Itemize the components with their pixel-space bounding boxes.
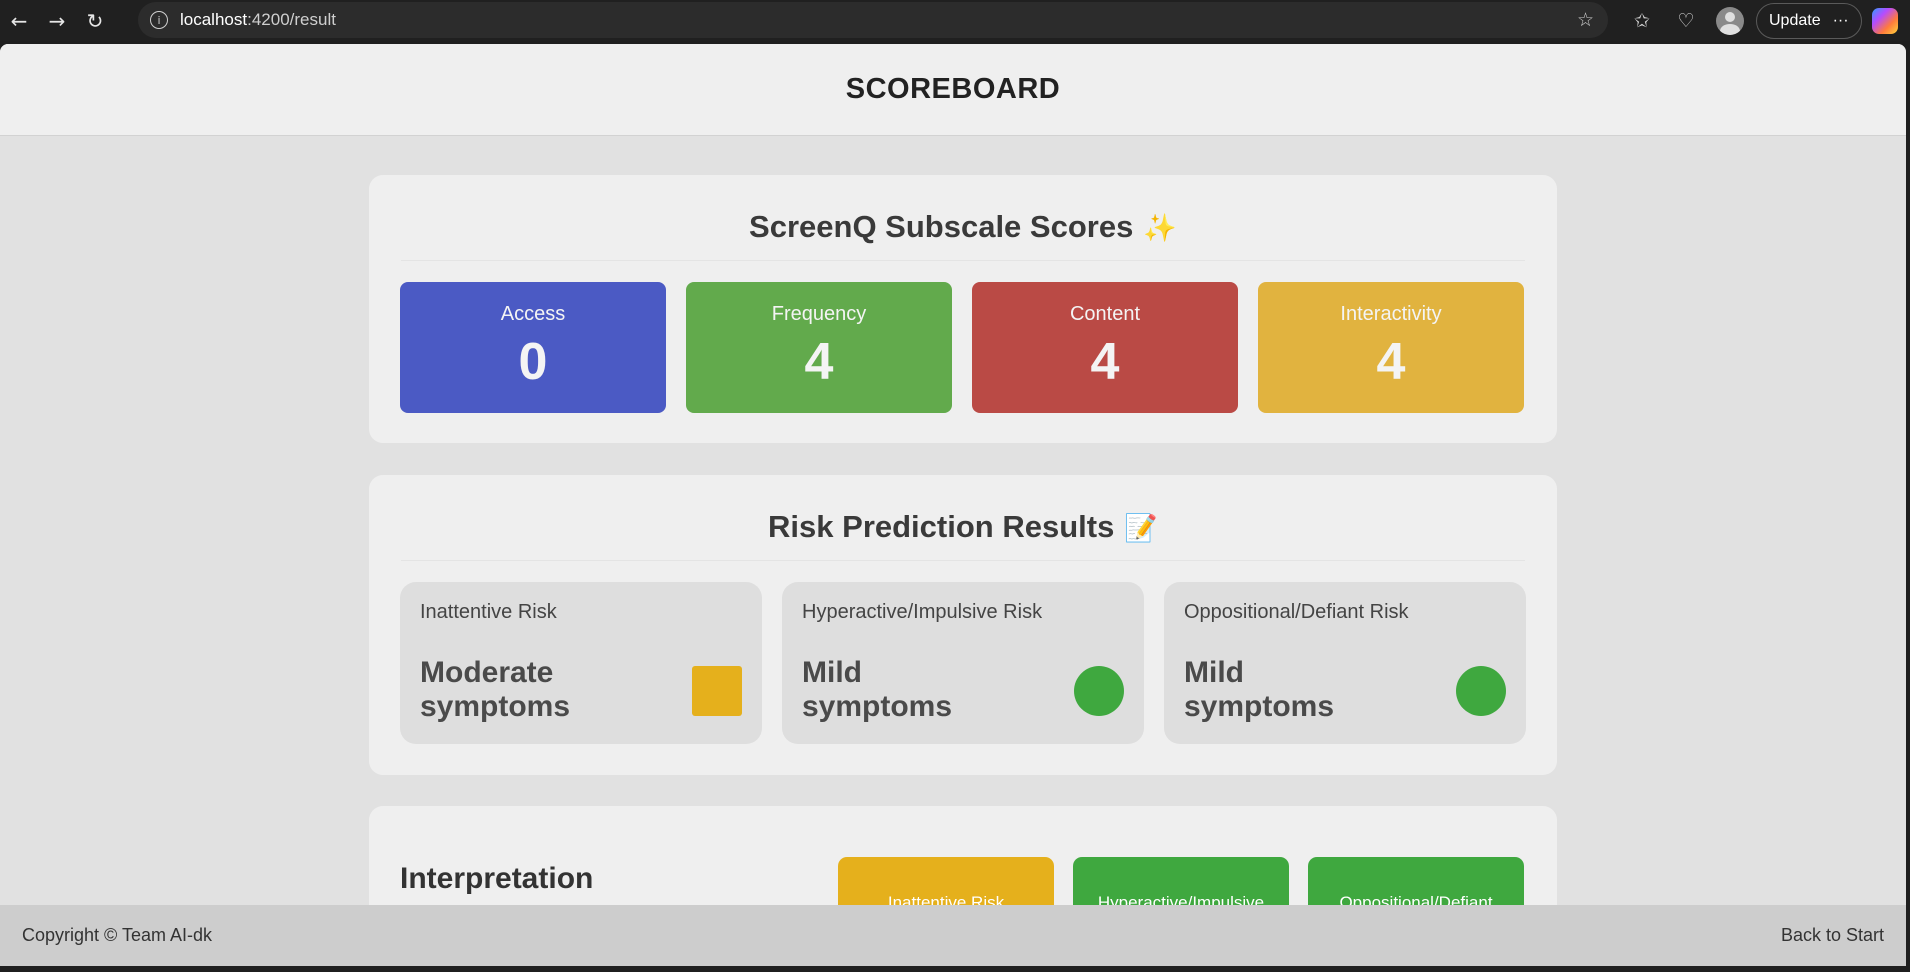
url-host: localhost [180, 10, 248, 29]
sparkles-icon: ✨ [1143, 213, 1177, 244]
risk-tile-hyperactive: Hyperactive/Impulsive Risk Mild symptoms [782, 582, 1144, 744]
site-info-icon[interactable]: i [150, 11, 168, 29]
score-value: 0 [518, 333, 548, 391]
risk-name: Hyperactive/Impulsive Risk [802, 601, 1043, 623]
more-options-icon[interactable]: ··· [1833, 12, 1849, 30]
browser-toolbar: ← → ↻ i localhost :4200/result ☆ ✩ ♡ Upd… [0, 0, 1910, 41]
risk-title: Risk Prediction Results 📝 [401, 475, 1525, 561]
score-value: 4 [1376, 333, 1406, 391]
score-label: Content [1069, 303, 1141, 325]
score-label: Frequency [771, 303, 867, 325]
reload-icon[interactable]: ↻ [76, 2, 114, 40]
update-label: Update [1769, 11, 1821, 29]
favorites-icon[interactable]: ✩ [1620, 0, 1664, 41]
risk-indicator-circle [1074, 666, 1124, 716]
score-label: Interactivity [1340, 303, 1442, 325]
score-value: 4 [1090, 333, 1120, 391]
risk-tile-oppositional: Oppositional/Defiant Risk Mild symptoms [1164, 582, 1526, 744]
subscale-title-text: ScreenQ Subscale Scores [749, 209, 1134, 244]
risk-indicator-circle [1456, 666, 1506, 716]
score-tile-content: Content 4 [972, 282, 1238, 413]
score-tile-interactivity: Interactivity 4 [1258, 282, 1524, 413]
copilot-icon[interactable] [1871, 7, 1898, 34]
url-path: :4200/result [247, 10, 336, 29]
page-footer: Copyright © Team AI-dk Back to Start [0, 905, 1906, 966]
risk-prediction-card: Risk Prediction Results 📝 Inattentive Ris… [369, 475, 1557, 775]
bookmark-star-icon[interactable]: ☆ [1577, 9, 1594, 31]
score-tiles: Access 0 Frequency 4 Content 4 Interacti… [369, 261, 1557, 413]
score-value: 4 [804, 333, 834, 391]
back-to-start-link[interactable]: Back to Start [1781, 925, 1884, 946]
risk-level: Mild symptoms [802, 656, 953, 723]
risk-indicator-square [692, 666, 742, 716]
profile-avatar[interactable] [1716, 6, 1744, 35]
copyright-text: Copyright © Team AI-dk [22, 925, 213, 945]
address-bar[interactable]: i localhost :4200/result ☆ [138, 2, 1608, 38]
memo-icon: 📝 [1124, 513, 1158, 544]
interpretation-title: Interpretation [400, 862, 594, 895]
score-tile-frequency: Frequency 4 [686, 282, 952, 413]
page-viewport: SCOREBOARD ScreenQ Subscale Scores ✨ Acce… [0, 44, 1906, 966]
score-tile-access: Access 0 [400, 282, 666, 413]
back-arrow-icon[interactable]: ← [0, 2, 38, 40]
risk-name: Inattentive Risk [420, 601, 557, 623]
score-label: Access [500, 303, 566, 325]
risk-title-text: Risk Prediction Results [768, 509, 1115, 544]
forward-arrow-icon[interactable]: → [38, 2, 76, 40]
subscale-title: ScreenQ Subscale Scores ✨ [401, 175, 1525, 261]
subscale-scores-card: ScreenQ Subscale Scores ✨ Access 0 Freque… [369, 175, 1557, 443]
risk-level: Mild symptoms [1184, 656, 1335, 723]
app-header: SCOREBOARD [0, 44, 1906, 136]
risk-tile-inattentive: Inattentive Risk Moderate symptoms [400, 582, 762, 744]
page-title: SCOREBOARD [845, 73, 1061, 105]
risk-level: Moderate symptoms [420, 656, 571, 723]
update-button[interactable]: Update ··· [1756, 2, 1862, 39]
risk-name: Oppositional/Defiant Risk [1184, 601, 1409, 623]
browser-essentials-icon[interactable]: ♡ [1664, 0, 1708, 41]
risk-tiles: Inattentive Risk Moderate symptoms Hyper… [369, 561, 1557, 744]
